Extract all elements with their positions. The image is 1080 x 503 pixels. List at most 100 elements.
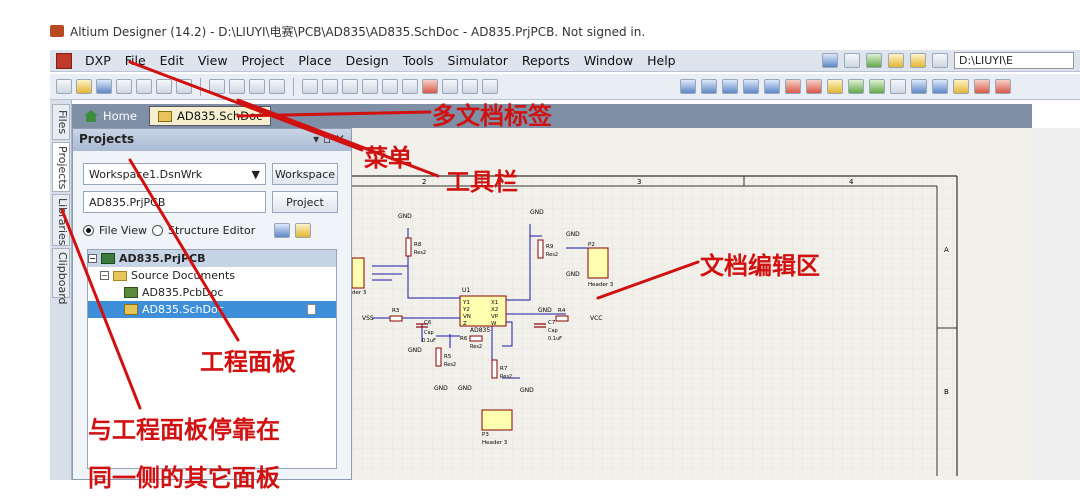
place-signal-harness-icon[interactable]	[722, 79, 738, 94]
resistor-label: R7	[500, 366, 508, 372]
side-tab-projects[interactable]: Projects	[52, 142, 70, 192]
resistor-r4[interactable]	[555, 315, 569, 322]
panel-window-buttons[interactable]: ▾ ▫ ✕	[313, 132, 345, 148]
gnd-port-icon[interactable]	[785, 79, 801, 94]
open-file-icon[interactable]	[76, 79, 92, 94]
tree-item-folder[interactable]: − Source Documents	[88, 267, 336, 284]
place-bus-icon[interactable]	[701, 79, 717, 94]
tree-item-project[interactable]: − AD835.PrjPCB	[88, 250, 336, 267]
project-options-icon[interactable]	[274, 222, 291, 238]
place-port-icon[interactable]	[953, 79, 969, 94]
place-no-erc-icon[interactable]	[974, 79, 990, 94]
u1-designator: U1	[462, 287, 470, 294]
grid-tool-icon[interactable]	[932, 53, 948, 68]
menu-window[interactable]: Window	[577, 53, 640, 68]
clear-filter-icon[interactable]	[442, 79, 458, 94]
resistor-r3[interactable]	[389, 315, 403, 322]
structure-editor-radio[interactable]	[152, 224, 164, 236]
copy-icon[interactable]	[322, 79, 338, 94]
zoom-selected-icon[interactable]	[249, 79, 265, 94]
dxp-icon[interactable]	[56, 52, 72, 69]
paste-icon[interactable]	[342, 79, 358, 94]
collapse-icon[interactable]: −	[100, 271, 109, 280]
undo-icon[interactable]	[462, 79, 478, 94]
print-preview-icon[interactable]	[136, 79, 152, 94]
project-field[interactable]: AD835.PrjPCB	[83, 191, 266, 213]
zoom-fit-icon[interactable]	[209, 79, 225, 94]
menu-file[interactable]: File	[118, 53, 153, 68]
deselect-icon[interactable]	[422, 79, 438, 94]
menu-help[interactable]: Help	[640, 53, 683, 68]
open-project-icon[interactable]	[156, 79, 172, 94]
menu-project[interactable]: Project	[235, 53, 292, 68]
ground-tool-icon[interactable]	[866, 53, 882, 68]
header-p2[interactable]	[587, 247, 609, 279]
place-harness-entry-icon[interactable]	[932, 79, 948, 94]
side-tab-libraries[interactable]: Libraries	[52, 194, 70, 246]
resistor-r9[interactable]	[537, 239, 544, 259]
zone-label: 2	[422, 178, 426, 186]
place-no-erc-2-icon[interactable]	[995, 79, 1011, 94]
label-menu: 菜单	[364, 144, 412, 172]
bus-tool-icon[interactable]	[844, 53, 860, 68]
workspace-select[interactable]: Workspace1.DsnWrk ▼	[83, 163, 266, 185]
file-view-radio[interactable]	[83, 224, 94, 236]
u1-part: AD835	[470, 327, 490, 334]
resistor-r8[interactable]	[405, 237, 412, 257]
place-sheet-symbol-icon[interactable]	[848, 79, 864, 94]
menu-place[interactable]: Place	[291, 53, 338, 68]
tab-ad835-schdoc[interactable]: AD835.SchDoc	[148, 106, 272, 126]
capacitor-value: 0.1uF	[548, 336, 562, 342]
cut-icon[interactable]	[302, 79, 318, 94]
project-button[interactable]: Project	[272, 191, 338, 213]
menu-design[interactable]: Design	[339, 53, 396, 68]
document-path-field[interactable]: D:\LIUYI\E	[954, 52, 1074, 69]
resistor-r5[interactable]	[435, 347, 442, 367]
menu-reports[interactable]: Reports	[515, 53, 577, 68]
menu-edit[interactable]: Edit	[153, 53, 191, 68]
capacitor-value: 0.1uF	[422, 338, 436, 344]
place-bus-entry-icon[interactable]	[743, 79, 759, 94]
tree-project-label: AD835.PrjPCB	[119, 252, 206, 265]
wire-tool-icon[interactable]	[822, 53, 838, 68]
place-part-icon[interactable]	[827, 79, 843, 94]
rubber-stamp-icon[interactable]	[362, 79, 378, 94]
select-area-icon[interactable]	[382, 79, 398, 94]
resistor-r7[interactable]	[491, 359, 498, 379]
menu-tools[interactable]: Tools	[396, 53, 441, 68]
port-tool-icon[interactable]	[910, 53, 926, 68]
resistor-r6[interactable]	[469, 335, 483, 342]
workspace-value: Workspace1.DsnWrk	[89, 167, 203, 181]
menu-view[interactable]: View	[191, 53, 235, 68]
tree-item-schdoc[interactable]: AD835.SchDoc	[88, 301, 336, 318]
place-harness-connector-icon[interactable]	[911, 79, 927, 94]
workspace-button[interactable]: Workspace	[272, 163, 338, 185]
print-icon[interactable]	[116, 79, 132, 94]
project-menu-icon[interactable]	[295, 222, 312, 238]
panel-title: Projects	[79, 132, 135, 146]
collapse-icon[interactable]: −	[88, 254, 97, 263]
place-device-sheet-icon[interactable]	[890, 79, 906, 94]
redo-icon[interactable]	[482, 79, 498, 94]
place-net-label-icon[interactable]	[764, 79, 780, 94]
zone-label: 4	[849, 178, 854, 186]
place-sheet-entry-icon[interactable]	[869, 79, 885, 94]
header-p1[interactable]	[351, 257, 365, 289]
part-tool-icon[interactable]	[888, 53, 904, 68]
side-tab-files[interactable]: Files	[52, 104, 70, 140]
side-tab-clipboard[interactable]: Clipboard	[52, 248, 70, 305]
gnd-label: GND	[398, 213, 412, 220]
move-icon[interactable]	[402, 79, 418, 94]
device-sheet-icon[interactable]	[176, 79, 192, 94]
vcc-port-icon[interactable]	[806, 79, 822, 94]
menu-simulator[interactable]: Simulator	[441, 53, 515, 68]
menu-dxp[interactable]: DXP	[78, 53, 118, 68]
new-file-icon[interactable]	[56, 79, 72, 94]
header-p3[interactable]	[481, 409, 513, 431]
zoom-filter-icon[interactable]	[269, 79, 285, 94]
save-icon[interactable]	[96, 79, 112, 94]
tab-home[interactable]: Home	[76, 106, 145, 126]
zoom-area-icon[interactable]	[229, 79, 245, 94]
place-wire-icon[interactable]	[680, 79, 696, 94]
tree-item-pcbdoc[interactable]: AD835.PcbDoc	[88, 284, 336, 301]
